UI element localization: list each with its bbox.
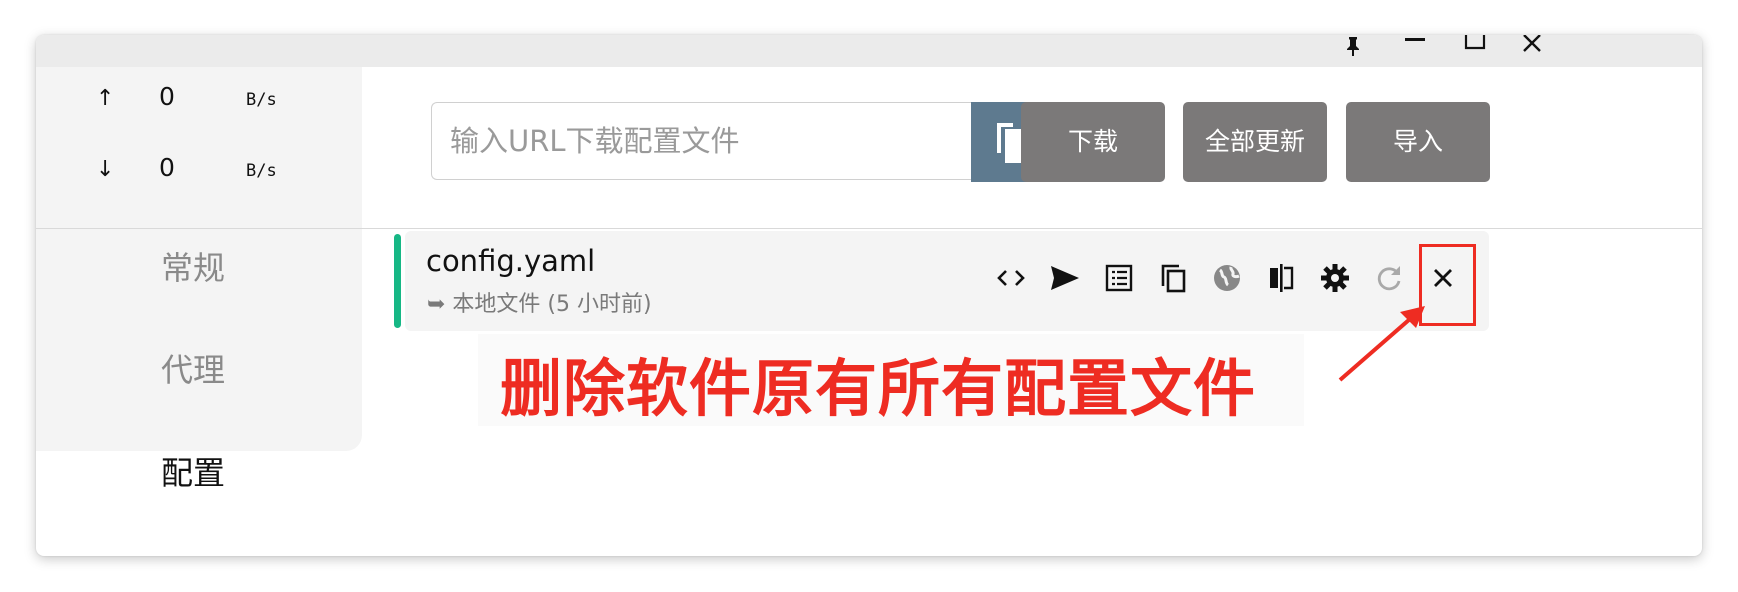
- minimize-icon[interactable]: [1398, 35, 1432, 57]
- copy-icon[interactable]: [1157, 262, 1189, 294]
- download-value: 0: [159, 153, 175, 182]
- import-button[interactable]: 导入: [1346, 102, 1490, 182]
- nav-item-profiles[interactable]: 配置: [36, 440, 362, 500]
- code-icon[interactable]: [995, 262, 1027, 294]
- split-icon[interactable]: [1265, 262, 1297, 294]
- nav-item-proxy[interactable]: 代理: [36, 337, 362, 397]
- maximize-icon[interactable]: [1458, 35, 1492, 57]
- url-input-wrapper: [431, 102, 971, 180]
- pin-icon[interactable]: [1336, 35, 1370, 57]
- download-arrow-icon: ↓: [96, 157, 115, 182]
- upload-value: 0: [159, 82, 175, 111]
- profile-name: config.yaml: [426, 244, 596, 278]
- profile-active-indicator: [394, 234, 401, 328]
- profile-meta: ➥ 本地文件 (5 小时前): [427, 292, 652, 317]
- send-icon[interactable]: [1049, 262, 1081, 294]
- url-input[interactable]: [432, 103, 971, 179]
- globe-icon[interactable]: [1211, 262, 1243, 294]
- annotation-text: 删除软件原有所有配置文件: [500, 352, 1257, 425]
- update-all-button[interactable]: 全部更新: [1183, 102, 1327, 182]
- title-bar: [36, 35, 1702, 67]
- nav-item-general[interactable]: 常规: [36, 235, 362, 295]
- download-speed: ↓ 0 B/s: [36, 153, 362, 189]
- upload-unit: B/s: [246, 90, 277, 110]
- download-unit: B/s: [246, 161, 277, 181]
- nav-item-label: 配置: [161, 454, 226, 492]
- annotation-arrow: [1338, 306, 1425, 382]
- annotation-label: 删除软件原有所有配置文件: [478, 334, 1304, 426]
- upload-arrow-icon: ↑: [96, 86, 115, 111]
- nav-item-label: 代理: [161, 351, 226, 389]
- close-icon[interactable]: [1515, 35, 1549, 57]
- download-button[interactable]: 下载: [1021, 102, 1165, 182]
- traffic-panel: ↑ 0 B/s ↓ 0 B/s: [36, 67, 362, 228]
- list-icon[interactable]: [1103, 262, 1135, 294]
- upload-speed: ↑ 0 B/s: [36, 82, 362, 118]
- nav-item-label: 常规: [161, 249, 226, 287]
